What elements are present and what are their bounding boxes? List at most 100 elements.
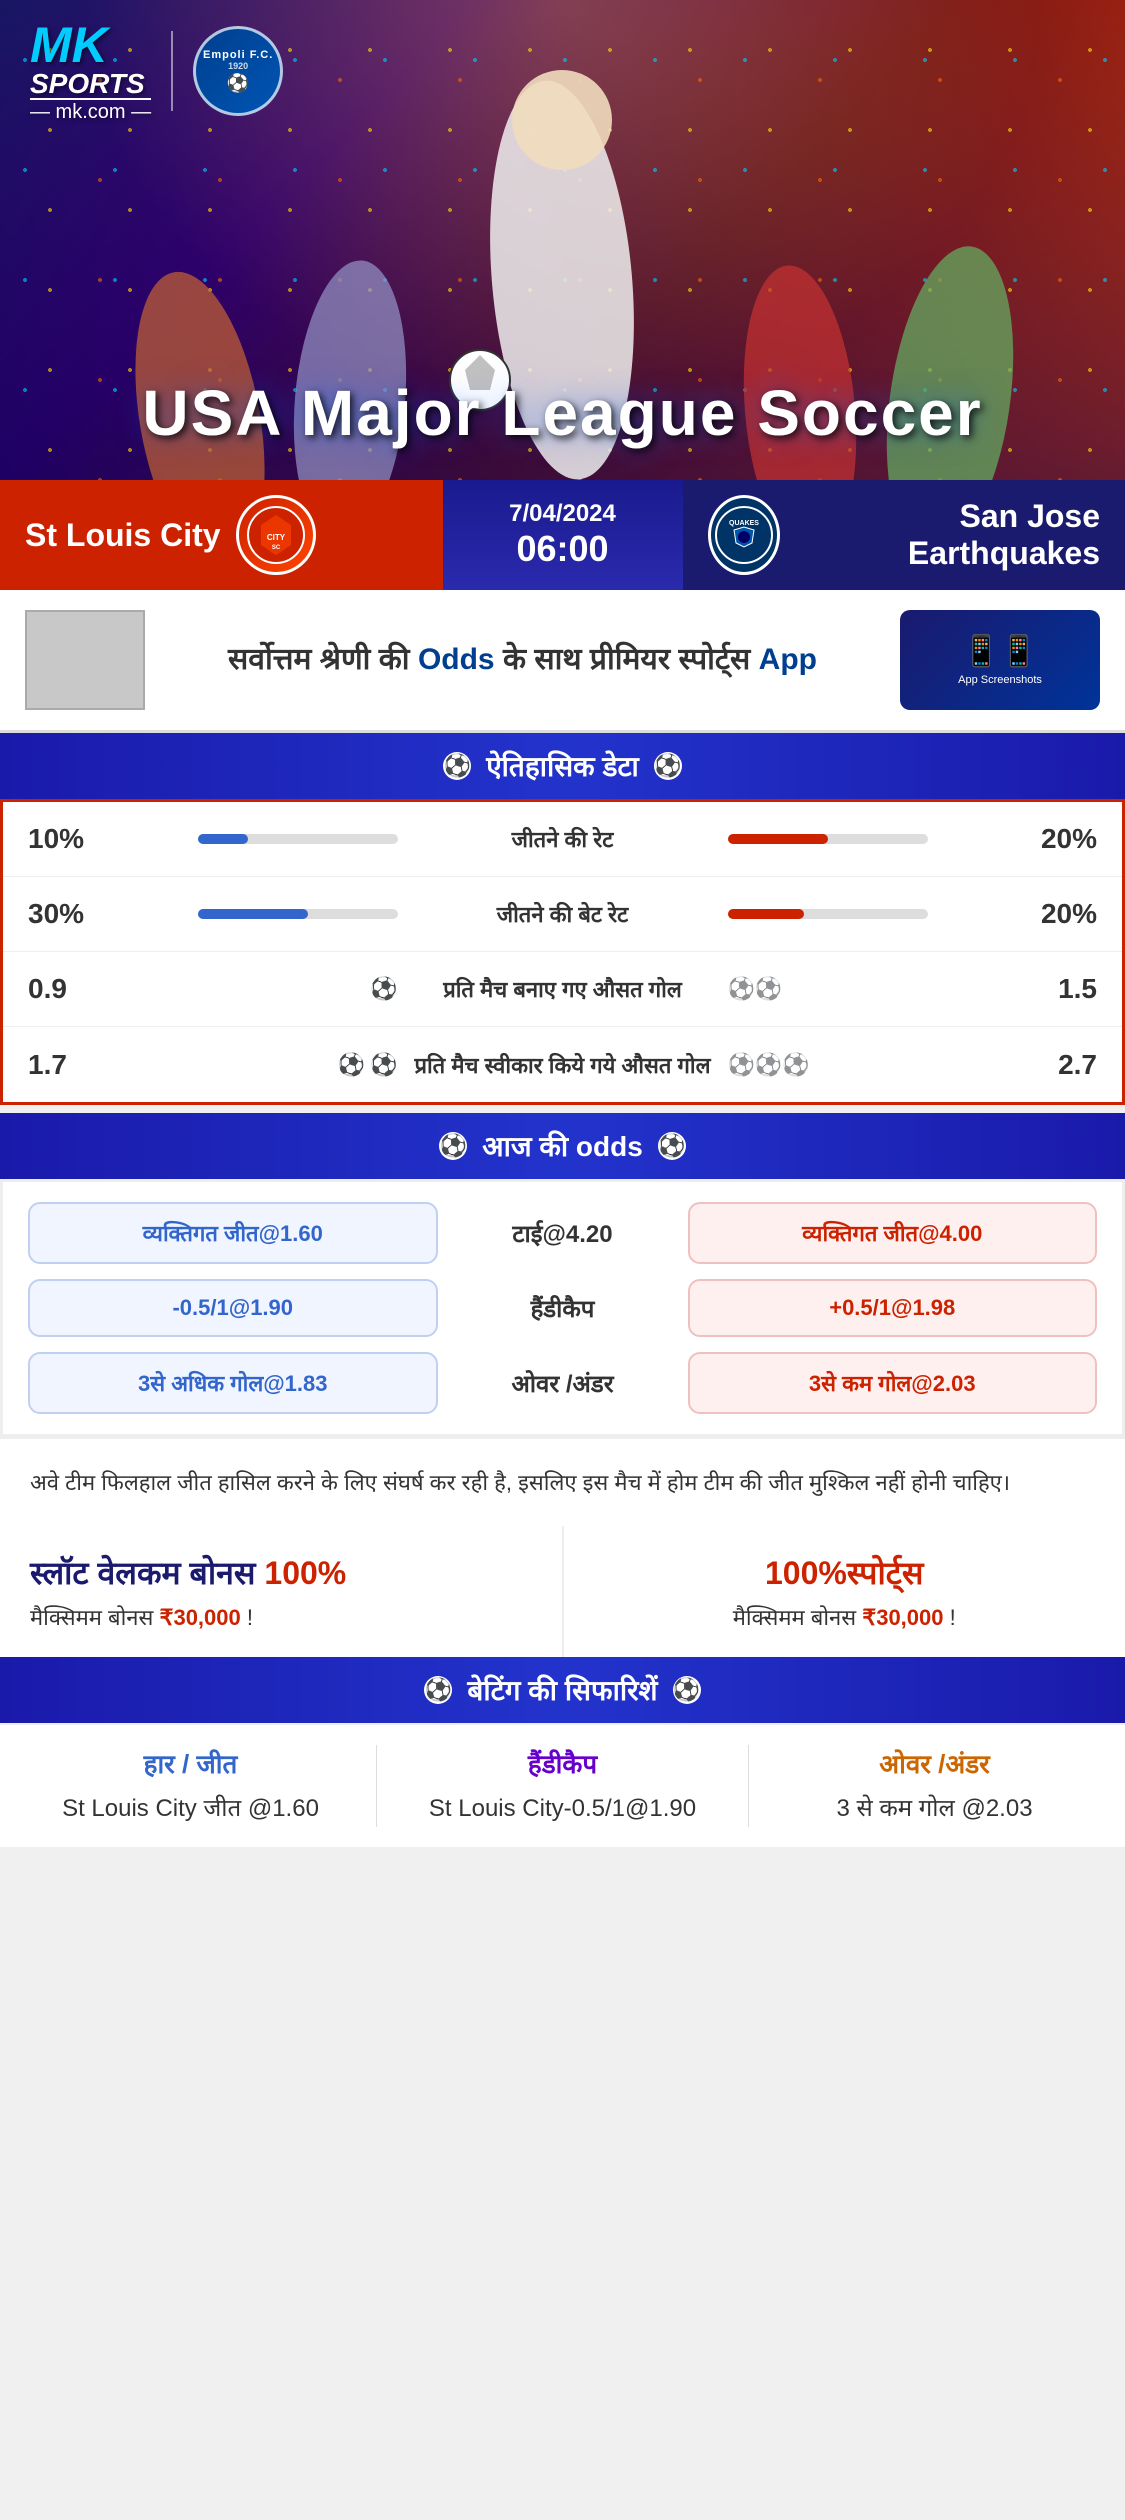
away-win-odd[interactable]: व्यक्तिगत जीत@4.00 bbox=[688, 1202, 1098, 1264]
rec-type-ou: ओवर /अंडर bbox=[769, 1745, 1100, 1781]
goals-scored-icons-right: ⚽ ⚽ bbox=[728, 976, 1003, 1002]
odds-ball-left-icon bbox=[439, 1132, 467, 1160]
mk-logo: MK SPORTS — mk.com — bbox=[30, 20, 151, 122]
rec-value-win-loss: St Louis City जीत @1.60 bbox=[25, 1791, 356, 1827]
rec-type-handicap: हैंडीकैप bbox=[397, 1745, 728, 1781]
odds-section-header: आज की odds bbox=[0, 1113, 1125, 1179]
tie-label: टाई@4.20 bbox=[453, 1217, 673, 1250]
bet-rate-right-val: 20% bbox=[1017, 898, 1097, 930]
ball-icon-5: ⚽ bbox=[370, 1052, 397, 1078]
rec-divider-1 bbox=[376, 1745, 377, 1827]
odds-row-ou[interactable]: 3से अधिक गोल@1.83 ओवर /अंडर 3से कम गोल@2… bbox=[28, 1352, 1097, 1414]
stat-row-goals-scored: 0.9 ⚽ प्रति मैच बनाए गए औसत गोल ⚽ ⚽ 1.5 bbox=[3, 952, 1122, 1027]
odds-row-handicap[interactable]: -0.5/1@1.90 हैंडीकैप +0.5/1@1.98 bbox=[28, 1279, 1097, 1337]
svg-text:SC: SC bbox=[271, 545, 280, 551]
handicap-label: हैंडीकैप bbox=[453, 1292, 673, 1325]
ball-icon-6: ⚽ bbox=[728, 1052, 755, 1078]
win-rate-right-val: 20% bbox=[1017, 823, 1097, 855]
win-rate-bar-right bbox=[728, 834, 1003, 844]
promo-image-placeholder bbox=[25, 610, 145, 710]
ball-icon-4: ⚽ bbox=[338, 1052, 365, 1078]
match-date: 7/04/2024 bbox=[509, 500, 616, 528]
rec-value-ou: 3 से कम गोल @2.03 bbox=[769, 1791, 1100, 1827]
promo-banner[interactable]: सर्वोत्तम श्रेणी की Odds के साथ प्रीमियर… bbox=[0, 590, 1125, 733]
stat-row-win-rate: 10% जीतने की रेट 20% bbox=[3, 802, 1122, 877]
slot-bonus-subtitle: मैक्सिमम बोनस ₹30,000 ! bbox=[30, 1602, 532, 1632]
win-rate-track-left bbox=[198, 834, 398, 844]
historical-data-section: 10% जीतने की रेट 20% 30% जीतने की बेट रे… bbox=[0, 799, 1125, 1105]
goals-scored-label: प्रति मैच बनाए गए औसत गोल bbox=[413, 974, 713, 1004]
svg-text:CITY: CITY bbox=[266, 533, 285, 542]
recommendations-section: हार / जीत St Louis City जीत @1.60 हैंडीक… bbox=[0, 1723, 1125, 1847]
ball-icon-8: ⚽ bbox=[782, 1052, 809, 1078]
match-bar: St Louis City CITY SC 7/04/2024 06:00 QU… bbox=[0, 480, 1125, 590]
away-team-logo: QUAKES bbox=[708, 495, 780, 575]
under-odd[interactable]: 3से कम गोल@2.03 bbox=[688, 1352, 1098, 1414]
ball-icon-2: ⚽ bbox=[728, 976, 755, 1002]
rec-col-win-loss: हार / जीत St Louis City जीत @1.60 bbox=[25, 1745, 356, 1827]
rec-section-header: बेटिंग की सिफारिशें bbox=[0, 1657, 1125, 1723]
bet-rate-track-right bbox=[728, 909, 928, 919]
goals-conceded-icons-right: ⚽ ⚽ ⚽ bbox=[728, 1052, 1003, 1078]
home-win-odd[interactable]: व्यक्तिगत जीत@1.60 bbox=[28, 1202, 438, 1264]
odds-title: आज की odds bbox=[482, 1127, 643, 1165]
ball-icon-3: ⚽ bbox=[755, 976, 782, 1002]
bet-rate-label: जीतने की बेट रेट bbox=[413, 899, 713, 929]
logo-area: MK SPORTS — mk.com — Empoli F.C. 1920 ⚽ bbox=[30, 20, 283, 122]
rec-row: हार / जीत St Louis City जीत @1.60 हैंडीक… bbox=[25, 1745, 1100, 1827]
odds-section: व्यक्तिगत जीत@1.60 टाई@4.20 व्यक्तिगत जी… bbox=[0, 1179, 1125, 1437]
rec-ball-left-icon bbox=[424, 1676, 452, 1704]
rec-col-ou: ओवर /अंडर 3 से कम गोल @2.03 bbox=[769, 1745, 1100, 1827]
goals-conceded-right-val: 2.7 bbox=[1017, 1049, 1097, 1081]
slot-bonus[interactable]: स्लॉट वेलकम बोनस 100% मैक्सिमम बोनस ₹30,… bbox=[0, 1526, 564, 1657]
slot-bonus-title: स्लॉट वेलकम बोनस 100% bbox=[30, 1551, 532, 1594]
goals-scored-icons-left: ⚽ bbox=[123, 976, 398, 1002]
bonus-section[interactable]: स्लॉट वेलकम बोनस 100% मैक्सिमम बोनस ₹30,… bbox=[0, 1526, 1125, 1657]
home-team-name: St Louis City bbox=[25, 517, 221, 554]
home-handicap-odd[interactable]: -0.5/1@1.90 bbox=[28, 1279, 438, 1337]
goals-scored-right-val: 1.5 bbox=[1017, 973, 1097, 1005]
away-team-section: QUAKES San Jose Earthquakes bbox=[683, 480, 1125, 590]
over-odd[interactable]: 3से अधिक गोल@1.83 bbox=[28, 1352, 438, 1414]
bet-rate-bar-left bbox=[123, 909, 398, 919]
svg-text:QUAKES: QUAKES bbox=[729, 520, 759, 527]
stat-row-goals-conceded: 1.7 ⚽ ⚽ प्रति मैच स्वीकार किये गये औसत ग… bbox=[3, 1027, 1122, 1102]
rec-title: बेटिंग की सिफारिशें bbox=[467, 1671, 657, 1709]
ball-icon-7: ⚽ bbox=[755, 1052, 782, 1078]
rec-type-win-loss: हार / जीत bbox=[25, 1745, 356, 1781]
goals-scored-left-val: 0.9 bbox=[28, 973, 108, 1005]
bet-rate-fill-left bbox=[198, 909, 308, 919]
odds-ball-right-icon bbox=[658, 1132, 686, 1160]
soccer-ball-left-icon bbox=[443, 752, 471, 780]
sports-bonus-title: 100%स्पोर्ट्स bbox=[594, 1551, 1096, 1594]
home-team-logo: CITY SC bbox=[236, 495, 316, 575]
win-rate-label: जीतने की रेट bbox=[413, 824, 713, 854]
soccer-ball-right-icon bbox=[654, 752, 682, 780]
bet-rate-track-left bbox=[198, 909, 398, 919]
bet-rate-bar-right bbox=[728, 909, 1003, 919]
goals-conceded-icons-left: ⚽ ⚽ bbox=[123, 1052, 398, 1078]
match-time: 06:00 bbox=[516, 528, 608, 570]
away-handicap-odd[interactable]: +0.5/1@1.98 bbox=[688, 1279, 1098, 1337]
bet-rate-left-val: 30% bbox=[28, 898, 108, 930]
rec-col-handicap: हैंडीकैप St Louis City-0.5/1@1.90 bbox=[397, 1745, 728, 1827]
promo-text: सर्वोत्तम श्रेणी की Odds के साथ प्रीमियर… bbox=[165, 639, 880, 681]
empoli-logo: Empoli F.C. 1920 ⚽ bbox=[193, 26, 283, 116]
bet-rate-fill-right bbox=[728, 909, 804, 919]
hero-title: USA Major League Soccer bbox=[0, 376, 1125, 450]
rec-divider-2 bbox=[748, 1745, 749, 1827]
win-rate-fill-left bbox=[198, 834, 248, 844]
hero-banner: MK SPORTS — mk.com — Empoli F.C. 1920 ⚽ … bbox=[0, 0, 1125, 480]
win-rate-track-right bbox=[728, 834, 928, 844]
goals-conceded-label: प्रति मैच स्वीकार किये गये औसत गोल bbox=[413, 1050, 713, 1080]
historical-title: ऐतिहासिक डेटा bbox=[486, 747, 639, 785]
ball-icon-1: ⚽ bbox=[370, 976, 397, 1002]
logo-divider bbox=[171, 31, 173, 111]
sports-bonus[interactable]: 100%स्पोर्ट्स मैक्सिमम बोनस ₹30,000 ! bbox=[564, 1526, 1125, 1657]
win-rate-bar-left bbox=[123, 834, 398, 844]
historical-section-header: ऐतिहासिक डेटा bbox=[0, 733, 1125, 799]
rec-ball-right-icon bbox=[673, 1676, 701, 1704]
stat-row-bet-rate: 30% जीतने की बेट रेट 20% bbox=[3, 877, 1122, 952]
odds-row-win[interactable]: व्यक्तिगत जीत@1.60 टाई@4.20 व्यक्तिगत जी… bbox=[28, 1202, 1097, 1264]
win-rate-left-val: 10% bbox=[28, 823, 108, 855]
